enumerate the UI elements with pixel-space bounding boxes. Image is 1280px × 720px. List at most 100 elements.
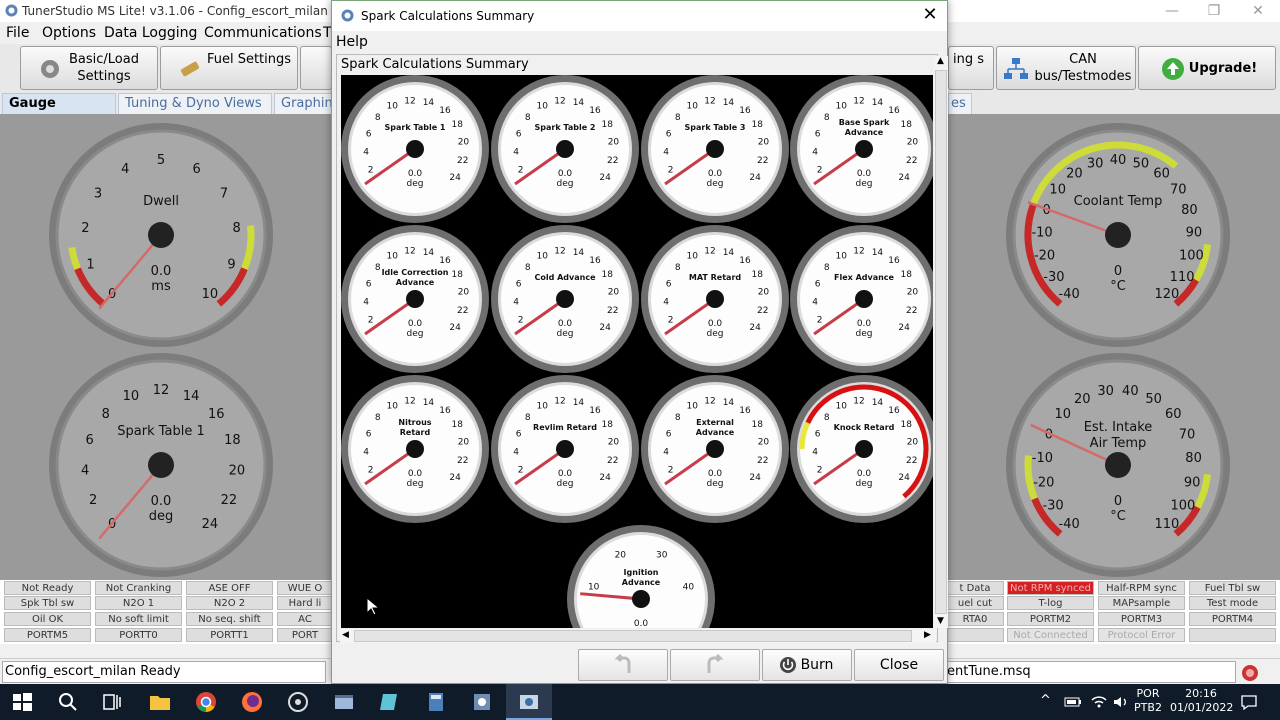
small-tick-label: 12 — [404, 246, 415, 256]
small-tick-label: 4 — [513, 148, 519, 158]
small-tick-label: 2 — [368, 166, 374, 176]
close-window-button[interactable]: ✕ — [1236, 0, 1280, 22]
battery-icon[interactable] — [1064, 694, 1082, 710]
calculator-icon[interactable] — [424, 690, 448, 714]
app-window-icon[interactable] — [332, 690, 356, 714]
small-tick-label: 12 — [853, 246, 864, 256]
close-button[interactable]: Close — [854, 649, 944, 681]
tab-partial-right[interactable]: es — [948, 93, 972, 114]
gauge-title: Air Temp — [1090, 436, 1147, 451]
small-tick-label: 14 — [573, 248, 585, 258]
small-tick-label: 22 — [906, 156, 917, 166]
menu-help[interactable]: Help — [336, 34, 368, 50]
indicator-light: Fuel Tbl sw — [1189, 581, 1276, 595]
file-explorer-icon[interactable] — [148, 690, 172, 714]
search-icon[interactable] — [56, 690, 80, 714]
small-tick-label: 14 — [573, 98, 585, 108]
chrome-icon[interactable] — [194, 690, 218, 714]
mouse-cursor-icon — [366, 597, 381, 616]
redo-button[interactable] — [670, 649, 760, 681]
small-gauge-label: Advance — [845, 128, 884, 137]
close-label: Close — [879, 657, 919, 673]
dialog-close-icon[interactable]: ✕ — [919, 3, 941, 27]
language-indicator[interactable]: POR PTB2 — [1132, 687, 1164, 715]
tab-tuning-dyno-views[interactable]: Tuning & Dyno Views — [118, 93, 272, 114]
small-tick-label: 10 — [386, 102, 398, 112]
spark-gauge-1: 24681012 141618202224Spark Table 10.0deg — [341, 75, 489, 223]
gauge-tick-label: 2 — [89, 493, 97, 508]
indicator-light: Spk Tbl sw — [4, 596, 91, 610]
task-view-icon[interactable] — [100, 690, 124, 714]
small-tick-label: 20 — [608, 288, 620, 298]
small-tick-label: 4 — [363, 448, 369, 458]
notes-app-icon[interactable] — [378, 690, 402, 714]
gauge-title: Coolant Temp — [1074, 194, 1163, 209]
show-hidden-icons-arrow[interactable]: ^ — [1040, 694, 1051, 708]
firefox-icon[interactable] — [240, 690, 264, 714]
tool-app-icon[interactable] — [470, 690, 494, 714]
gauge-tick-label: 20 — [1066, 167, 1083, 182]
fuel-settings-button[interactable]: Fuel Settings — [160, 46, 298, 90]
clock[interactable]: 20:16 01/01/2022 — [1170, 687, 1233, 715]
spark-calculations-dialog: Spark Calculations Summary ✕ Help Spark … — [331, 0, 948, 684]
steering-app-icon[interactable] — [286, 690, 310, 714]
scroll-right-arrow-icon[interactable]: ▶ — [924, 630, 931, 640]
wifi-icon[interactable] — [1090, 694, 1108, 710]
tab-gauge-cluster[interactable]: Gauge Cluster — [2, 93, 116, 130]
small-tick-label: 22 — [906, 306, 917, 316]
can-bus-testmodes-button[interactable]: CAN bus/Testmodes — [996, 46, 1136, 90]
small-gauge-value: 0.0 — [408, 319, 423, 329]
gauge-hub — [1105, 222, 1131, 248]
small-tick-label: 18 — [452, 420, 464, 430]
small-tick-label: 4 — [812, 148, 818, 158]
small-gauge-hub — [706, 440, 724, 458]
gauge-tick-label: 22 — [221, 493, 238, 508]
small-tick-label: 14 — [573, 398, 585, 408]
small-tick-label: 2 — [817, 166, 823, 176]
small-gauge-label: Ignition — [624, 568, 659, 577]
undo-button[interactable] — [578, 649, 668, 681]
small-gauge-value: 0.0 — [558, 469, 573, 479]
vertical-scrollbar[interactable]: ▲ ▼ — [934, 56, 948, 628]
windows-start-icon[interactable] — [10, 690, 34, 714]
indicator-light — [946, 628, 1004, 642]
indicator-light: MAPsample error! — [1098, 596, 1185, 623]
upgrade-button[interactable]: Upgrade! — [1138, 46, 1276, 90]
small-tick-label: 18 — [602, 120, 614, 130]
small-tick-label: 14 — [423, 398, 435, 408]
maximize-button[interactable]: ❐ — [1192, 0, 1236, 22]
toolbar-button-hidden[interactable] — [300, 46, 332, 90]
upgrade-label: Upgrade! — [1188, 61, 1258, 76]
scroll-left-arrow-icon[interactable]: ◀ — [342, 630, 349, 640]
gauge-tick-label: 10 — [202, 287, 219, 302]
small-gauge-label: Revlim Retard — [533, 423, 597, 432]
spark-gauge-10: 24681012 141618202224Revlim Retard0.0deg — [491, 375, 639, 523]
menu-options[interactable]: Options — [42, 25, 96, 41]
burn-button[interactable]: Burn — [762, 649, 852, 681]
notification-icon[interactable] — [1240, 693, 1258, 711]
basic-load-settings-button[interactable]: Basic/Load Settings — [20, 46, 158, 90]
menu-communications[interactable]: Communications — [204, 25, 322, 41]
horizontal-scrollbar[interactable]: ◀ ▶ — [340, 629, 936, 643]
dialog-app-icon — [341, 9, 354, 22]
menu-data-logging[interactable]: Data Logging — [104, 25, 197, 41]
small-gauge-label: Spark Table 2 — [534, 123, 595, 132]
volume-icon[interactable] — [1112, 694, 1130, 710]
horizontal-scroll-thumb[interactable] — [354, 630, 912, 642]
scroll-down-arrow-icon[interactable]: ▼ — [937, 616, 944, 626]
large-gauge-2: 024681012141618202224Spark Table 10.0deg — [49, 353, 273, 577]
small-tick-label: 16 — [888, 106, 900, 116]
small-tick-label: 12 — [404, 396, 415, 406]
small-tick-label: 22 — [607, 156, 618, 166]
vertical-scroll-thumb[interactable] — [935, 70, 947, 614]
gauge-tick-label: -40 — [1059, 287, 1080, 302]
small-tick-label: 20 — [608, 438, 620, 448]
indicator-light: Not RPM synced — [1007, 581, 1094, 595]
menu-file[interactable]: File — [6, 25, 29, 41]
tab-graphing[interactable]: Graphin — [274, 93, 334, 114]
minimize-button[interactable]: — — [1150, 0, 1194, 22]
partial-toolbar-button[interactable]: ing s — [948, 46, 994, 90]
scroll-up-arrow-icon[interactable]: ▲ — [937, 56, 944, 66]
indicator-light: Protocol Error — [1098, 628, 1185, 642]
tunerstudio-taskbar-item[interactable] — [506, 684, 552, 720]
